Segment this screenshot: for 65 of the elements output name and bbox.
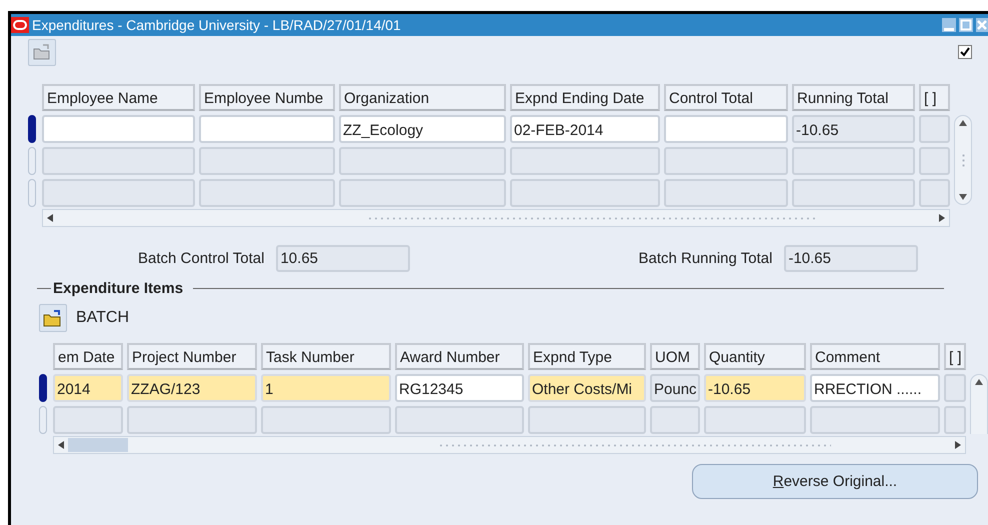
table-cell[interactable] [42, 115, 195, 143]
column-header: Award Number [395, 343, 524, 370]
column-header: em Date [53, 343, 123, 370]
table-cell: Other Costs/Mi [528, 374, 646, 402]
table-cell[interactable] [199, 115, 335, 143]
scroll-right-icon[interactable] [939, 214, 945, 222]
batch-running-total-field: -10.65 [784, 244, 918, 272]
scroll-left-icon[interactable] [47, 214, 53, 222]
oracle-logo-icon [11, 17, 29, 33]
table-cell [53, 406, 123, 434]
table-cell [919, 147, 950, 175]
row-indicator[interactable] [28, 115, 36, 143]
column-header: Organization [339, 84, 506, 111]
column-header: Expnd Ending Date [510, 84, 660, 111]
column-header: Expnd Type [528, 343, 646, 370]
table-cell[interactable] [664, 115, 788, 143]
field-label: Batch Running Total [638, 250, 772, 266]
table-cell[interactable]: ZZ_Ecology [339, 115, 506, 143]
table-cell [919, 115, 950, 143]
table-cell[interactable]: 02-FEB-2014 [510, 115, 660, 143]
column-header: UOM [650, 343, 700, 370]
window-title: Expenditures - Cambridge University - LB/RAD/27/01/14/01 [32, 17, 402, 33]
vertical-scrollbar[interactable] [970, 374, 988, 434]
table-cell[interactable]: RG12345 [395, 374, 524, 402]
column-header: Control Total [664, 84, 788, 111]
column-header: [ ] [919, 84, 950, 111]
field-label: Batch Control Total [138, 250, 264, 266]
batch-control-total-field: 10.65 [276, 244, 410, 272]
scroll-up-icon[interactable] [975, 379, 983, 385]
scroll-left-icon[interactable] [58, 441, 64, 449]
reverse-original-button[interactable]: Reverse Original... [692, 464, 978, 499]
column-header: [ ] [944, 343, 966, 370]
table-cell: 2014 [53, 374, 123, 402]
table-cell [650, 406, 700, 434]
section-title: Expenditure Items [53, 280, 184, 297]
table-cell [944, 374, 966, 402]
horizontal-scrollbar[interactable] [42, 209, 950, 227]
table-cell[interactable]: RRECTION ...... [810, 374, 940, 402]
column-header: Employee Numbe [199, 84, 335, 111]
table-cell: -10.65 [704, 374, 806, 402]
folder-icon [43, 309, 63, 327]
table-cell: 1 [261, 374, 391, 402]
column-header: Project Number [127, 343, 257, 370]
open-folder-button[interactable] [28, 38, 56, 66]
column-header: Comment [810, 343, 940, 370]
folder-icon [33, 44, 51, 60]
checkbox[interactable] [958, 45, 972, 59]
scroll-down-icon[interactable] [959, 194, 967, 200]
table-cell [919, 179, 950, 207]
column-header: Employee Name [42, 84, 195, 111]
column-header: Running Total [792, 84, 915, 111]
vertical-scrollbar[interactable] [954, 115, 972, 205]
table-cell [944, 406, 966, 434]
table-cell: -10.65 [792, 115, 915, 143]
scroll-thumb[interactable] [68, 438, 128, 452]
horizontal-scrollbar[interactable] [53, 436, 966, 454]
scroll-up-icon[interactable] [959, 120, 967, 126]
row-indicator[interactable] [39, 374, 47, 402]
column-header: Task Number [261, 343, 391, 370]
table-cell: ZZAG/123 [127, 374, 257, 402]
scroll-right-icon[interactable] [955, 441, 961, 449]
batch-label: BATCH [76, 309, 130, 327]
column-header: Quantity [704, 343, 806, 370]
open-folder-button[interactable] [39, 304, 67, 332]
table-cell: Pounc [650, 374, 700, 402]
